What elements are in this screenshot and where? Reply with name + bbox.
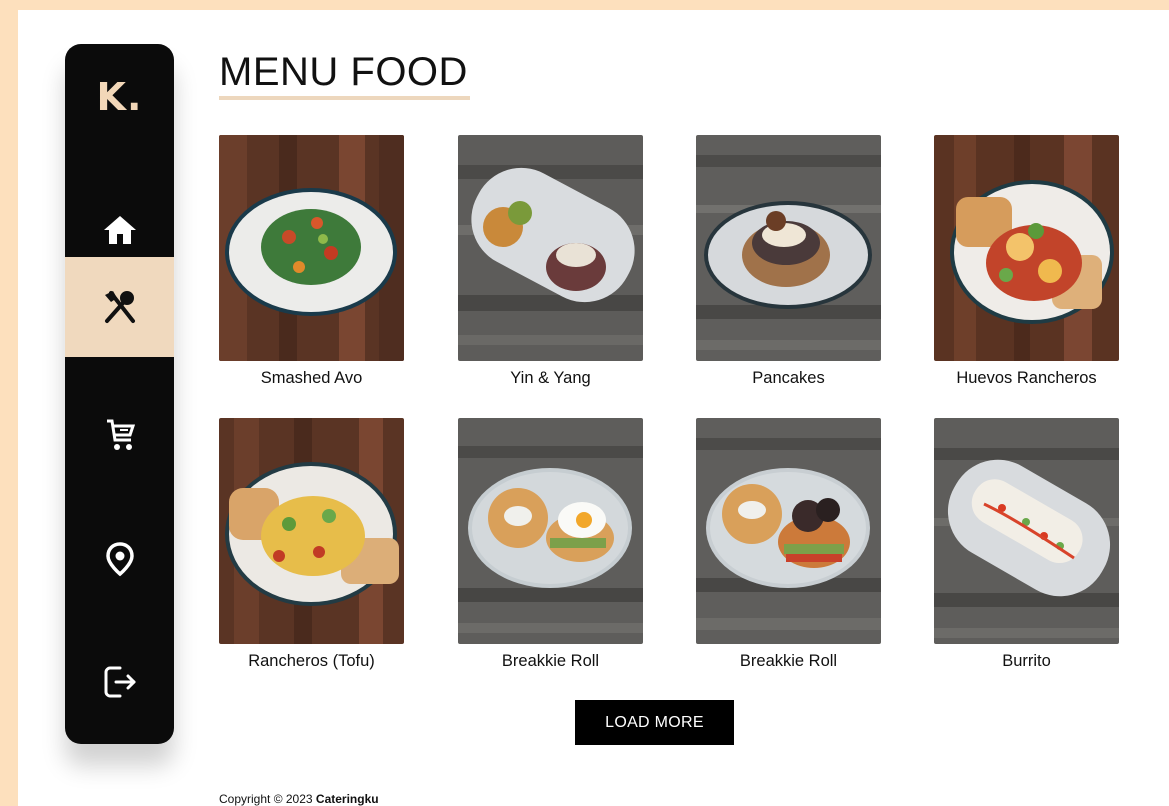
footer-brand-link[interactable]: Cateringku bbox=[316, 792, 379, 806]
copyright-text: Copyright © 2023 bbox=[219, 792, 313, 806]
menu-item-name: Huevos Rancheros bbox=[956, 369, 1097, 387]
food-image[interactable] bbox=[934, 418, 1119, 644]
sidebar-item-cart[interactable] bbox=[65, 385, 174, 485]
menu-item-name: Yin & Yang bbox=[510, 369, 591, 387]
brand-logo[interactable]: K. bbox=[65, 74, 174, 120]
menu-item-name: Pancakes bbox=[752, 369, 825, 387]
menu-item-card[interactable]: Smashed Avo bbox=[219, 135, 404, 388]
menu-item-card[interactable]: Breakkie Roll bbox=[458, 418, 643, 671]
food-image[interactable] bbox=[219, 418, 404, 644]
load-more-button[interactable]: LOAD MORE bbox=[575, 700, 734, 745]
cart-icon bbox=[106, 419, 135, 450]
food-image[interactable] bbox=[219, 135, 404, 361]
sidebar-item-menu[interactable] bbox=[65, 257, 174, 357]
sidebar: K. bbox=[65, 44, 174, 744]
food-image[interactable] bbox=[458, 135, 643, 361]
home-icon bbox=[103, 216, 136, 244]
food-image[interactable] bbox=[934, 135, 1119, 361]
food-image[interactable] bbox=[458, 418, 643, 644]
sidebar-item-location[interactable] bbox=[65, 509, 174, 609]
menu-item-name: Burrito bbox=[1002, 652, 1051, 670]
food-image[interactable] bbox=[696, 418, 881, 644]
logout-icon bbox=[104, 666, 135, 698]
title-underline bbox=[219, 96, 470, 100]
page: K. MENU FOOD Smashed Avo Yin & Yang Panc… bbox=[18, 10, 1169, 806]
page-title: MENU FOOD bbox=[219, 50, 468, 94]
food-image[interactable] bbox=[696, 135, 881, 361]
menu-item-card[interactable]: Pancakes bbox=[696, 135, 881, 388]
menu-item-name: Smashed Avo bbox=[260, 369, 363, 387]
location-pin-icon bbox=[105, 542, 134, 577]
footer-copyright: Copyright © 2023 Cateringku bbox=[219, 792, 379, 806]
menu-item-name: Breakkie Roll bbox=[739, 652, 838, 670]
sidebar-item-logout[interactable] bbox=[65, 632, 174, 732]
menu-item-name: Breakkie Roll bbox=[501, 652, 600, 670]
menu-item-name: Rancheros (Tofu) bbox=[248, 652, 375, 670]
menu-item-card[interactable]: Huevos Rancheros bbox=[934, 135, 1119, 388]
menu-item-card[interactable]: Burrito bbox=[934, 418, 1119, 671]
fork-spoon-icon bbox=[104, 291, 135, 323]
menu-item-card[interactable]: Rancheros (Tofu) bbox=[219, 418, 404, 671]
menu-item-card[interactable]: Yin & Yang bbox=[458, 135, 643, 388]
menu-item-card[interactable]: Breakkie Roll bbox=[696, 418, 881, 671]
